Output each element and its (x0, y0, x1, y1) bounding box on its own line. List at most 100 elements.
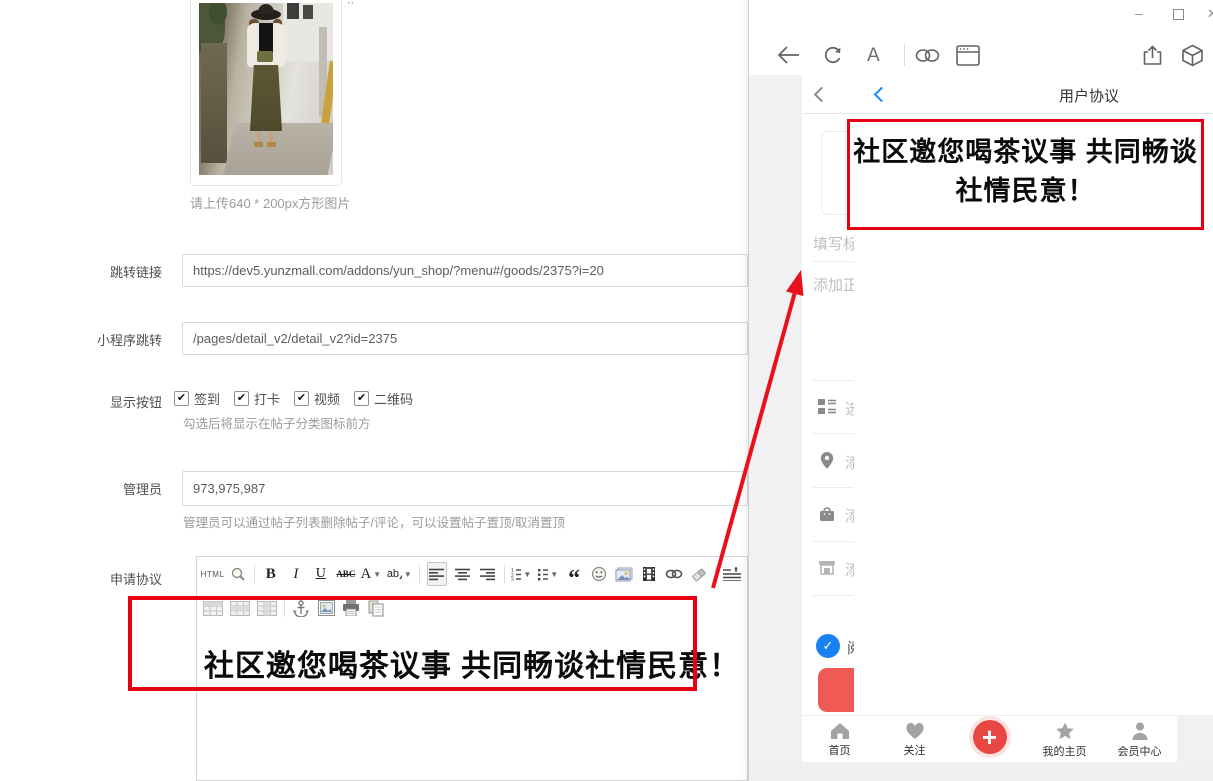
location-icon (818, 451, 836, 470)
goods-row[interactable]: 添 (818, 505, 836, 527)
jump-link-input[interactable] (182, 254, 748, 287)
tab-follow[interactable]: 关注 (877, 721, 952, 758)
upload-hint: 请上传640 * 200px方形图片 (190, 193, 350, 212)
store-icon (818, 559, 836, 576)
preview-icon[interactable] (229, 563, 247, 585)
divider (813, 433, 854, 434)
align-center-icon[interactable] (454, 563, 472, 585)
checkbox-checked-icon[interactable]: ✔ (294, 391, 309, 406)
checkbox-item[interactable]: ✔ 打卡 (234, 389, 280, 408)
share-icon[interactable] (1141, 44, 1164, 67)
home-icon (829, 721, 851, 740)
tab-label: 我的主页 (1043, 743, 1087, 759)
checkbox-item[interactable]: ✔ 二维码 (354, 389, 413, 408)
store-row[interactable]: 添 (818, 559, 836, 581)
font-size-icon[interactable]: A (867, 45, 880, 67)
checkbox-label: 二维码 (374, 389, 413, 408)
remove-format-icon[interactable] (690, 563, 708, 585)
screen: ⁚⁚ 请上传640 * 200px方形图片 (0, 0, 1213, 781)
user-icon (1129, 721, 1151, 741)
tab-home[interactable]: 首页 (802, 721, 877, 758)
emoticon-icon[interactable] (590, 563, 608, 585)
minimize-button[interactable]: – (1135, 6, 1142, 21)
font-color-icon[interactable]: A▼ (362, 563, 380, 585)
checkbox-label: 视频 (314, 389, 340, 408)
jump-link-label: 跳转链接 (20, 262, 162, 281)
top-cut-text-fragment: ⁚⁚ (347, 0, 361, 4)
plus-icon[interactable]: + (973, 720, 1007, 754)
bold-icon[interactable]: B (262, 563, 280, 585)
html-source-icon[interactable]: HTML (203, 563, 222, 585)
checkbox-item[interactable]: ✔ 视频 (294, 389, 340, 408)
unordered-list-icon[interactable]: ▼ (538, 563, 558, 585)
agree-row[interactable]: ✓ 阅 (816, 634, 840, 658)
checkbox-checked-icon[interactable]: ✔ (174, 391, 189, 406)
underline-icon[interactable]: U (312, 563, 330, 585)
mini-jump-input[interactable] (182, 322, 748, 355)
package-icon[interactable] (1181, 44, 1204, 67)
checkbox-item[interactable]: ✔ 签到 (174, 389, 220, 408)
close-button[interactable]: ✕ (1207, 6, 1213, 22)
simulator-bottom-margin (749, 762, 1213, 781)
highlight-icon[interactable]: ab▼ (387, 563, 412, 585)
maximize-button[interactable] (1173, 9, 1184, 20)
italic-icon[interactable]: I (287, 563, 305, 585)
simulator-back-icon[interactable] (814, 87, 830, 103)
divider (813, 487, 854, 488)
page-title: 用户协议 (999, 85, 1179, 106)
location-row[interactable]: 添 (818, 451, 836, 475)
simulator-left-margin (749, 75, 802, 762)
annotation-box-left (128, 596, 697, 691)
divider (813, 595, 854, 596)
tab-post[interactable]: + (952, 723, 1027, 757)
refresh-icon[interactable] (822, 44, 844, 66)
show-buttons-label: 显示按钮 (20, 392, 162, 411)
agree-check-icon[interactable]: ✓ (816, 634, 840, 658)
blockquote-icon[interactable]: “ (565, 558, 583, 590)
divider (813, 380, 854, 381)
bag-icon (818, 505, 836, 522)
show-buttons-group: ✔ 签到 ✔ 打卡 ✔ 视频 ✔ 二维码 (174, 389, 413, 408)
align-right-icon[interactable] (479, 563, 497, 585)
checkbox-label: 打卡 (254, 389, 280, 408)
show-buttons-help: 勾选后将显示在帖子分类图标前方 (183, 413, 371, 432)
agreement-label: 申请协议 (20, 569, 162, 588)
admin-help: 管理员可以通过帖子列表删除帖子/评论，可以设置帖子置顶/取消置顶 (183, 512, 565, 531)
ordered-list-icon[interactable]: 123▼ (511, 563, 531, 585)
tabbar: 首页 关注 + 我的主页 会员中心 (802, 715, 1177, 763)
insert-video-icon[interactable] (640, 563, 658, 585)
divider (813, 541, 854, 542)
category-row[interactable]: 选 (818, 398, 836, 420)
tab-my-page[interactable]: 我的主页 (1027, 721, 1102, 759)
admin-label: 管理员 (20, 479, 162, 498)
page-back-icon[interactable] (874, 87, 890, 103)
admin-input[interactable] (182, 471, 748, 506)
back-icon[interactable] (777, 44, 801, 66)
insert-image-icon[interactable] (615, 563, 633, 585)
insert-link-icon[interactable] (665, 563, 683, 585)
divider (813, 261, 854, 262)
window-icon[interactable] (956, 45, 980, 66)
checkbox-checked-icon[interactable]: ✔ (354, 391, 369, 406)
link-icon[interactable] (915, 48, 941, 63)
svg-text:3: 3 (511, 577, 514, 581)
toolbar-divider (904, 44, 905, 66)
checkbox-label: 签到 (194, 389, 220, 408)
align-left-icon[interactable] (427, 562, 447, 586)
tab-label: 首页 (829, 742, 851, 758)
heart-icon (904, 721, 926, 740)
indent-icon[interactable] (723, 563, 741, 585)
strikethrough-icon[interactable]: ABC (337, 563, 355, 585)
phone-preview-window: – ✕ A 用户协议 填写标题 添加正文 (748, 0, 1213, 781)
upload-image-card[interactable] (190, 0, 342, 186)
annotation-text-line2: 社情民意！ (850, 172, 1201, 211)
category-icon (818, 398, 836, 415)
tab-member-center[interactable]: 会员中心 (1102, 721, 1177, 759)
tab-label: 会员中心 (1118, 743, 1162, 759)
annotation-box-right: 社区邀您喝茶议事 共同畅谈 社情民意！ (847, 119, 1204, 230)
editor-toolbar-row1: HTML B I U ABC A▼ ab▼ 123▼ ▼ “ (197, 557, 747, 591)
checkbox-checked-icon[interactable]: ✔ (234, 391, 249, 406)
simulator-right-margin (1177, 715, 1213, 762)
uploaded-photo (199, 3, 333, 175)
star-icon (1054, 721, 1076, 741)
